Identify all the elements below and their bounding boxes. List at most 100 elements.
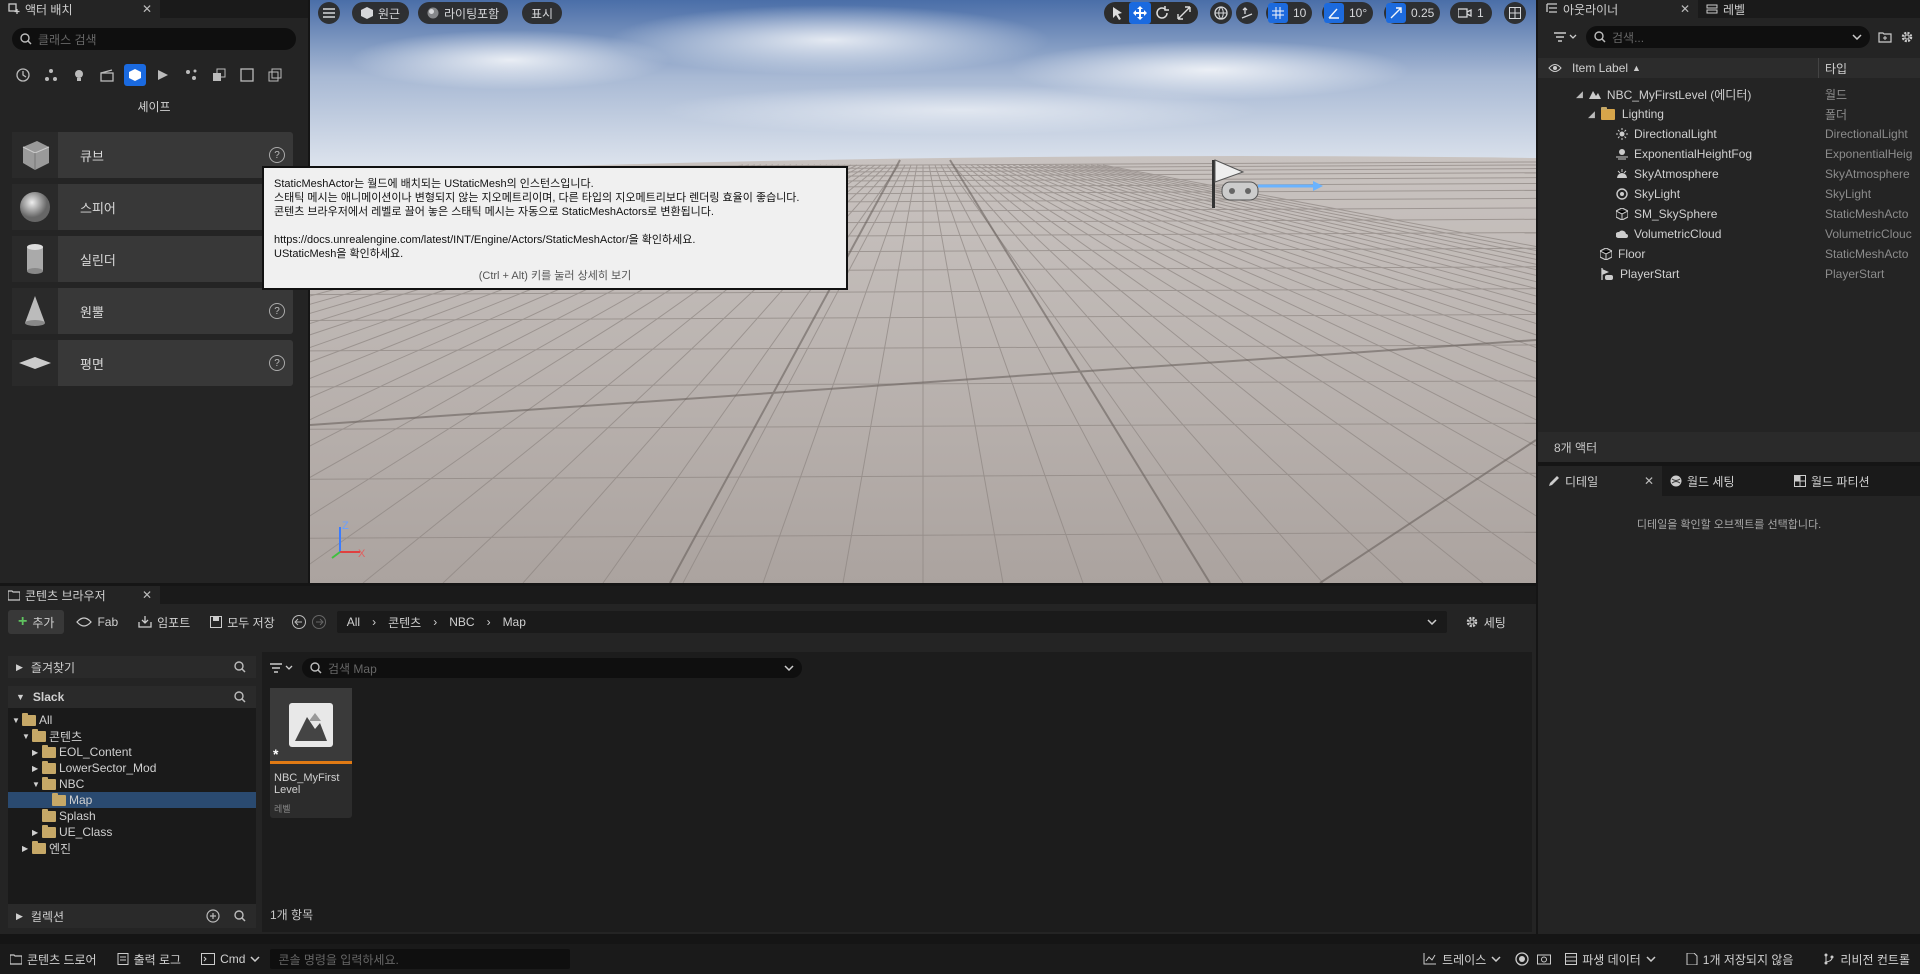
tab-content-browser[interactable]: 콘텐츠 브라우저 ✕	[0, 586, 160, 604]
outliner-row[interactable]: SM_SkySphere StaticMeshActo	[1538, 204, 1920, 224]
chevron-right-icon[interactable]: ›	[487, 615, 491, 629]
record-icon[interactable]	[1515, 952, 1529, 966]
shape-item-cone[interactable]: 원뿔 ?	[12, 288, 293, 334]
rotate-tool-icon[interactable]	[1151, 2, 1173, 24]
outliner-row[interactable]: SkyLight SkyLight	[1538, 184, 1920, 204]
place-actors-search-input[interactable]: 클래스 검색	[12, 28, 296, 50]
cmd-dropdown[interactable]: Cmd	[191, 944, 270, 974]
tree-item-all[interactable]: ▼ All	[8, 712, 256, 728]
breadcrumb-item[interactable]: Map	[503, 615, 526, 629]
lights-category-icon[interactable]	[68, 64, 90, 86]
tree-item-engine[interactable]: ▶ 엔진	[8, 840, 256, 856]
collapse-arrow-icon[interactable]: ▼	[12, 716, 22, 725]
tab-place-actors[interactable]: 액터 배치 ✕	[0, 0, 160, 18]
chevron-down-icon[interactable]	[1852, 34, 1862, 40]
tab-outliner[interactable]: 아웃라이너 ✕	[1538, 0, 1698, 18]
more-category-icon[interactable]	[264, 64, 286, 86]
scale-snap-button[interactable]: 0.25	[1384, 2, 1441, 24]
expand-arrow-icon[interactable]: ▶	[22, 844, 32, 853]
cinematic-category-icon[interactable]	[96, 64, 118, 86]
console-input[interactable]: 콘솔 명령을 입력하세요.	[270, 949, 571, 969]
asset-search-input[interactable]: 검색 Map	[302, 658, 802, 678]
screenshot-icon[interactable]	[1537, 953, 1552, 965]
fab-button[interactable]: Fab	[68, 610, 126, 634]
close-icon[interactable]: ✕	[1644, 474, 1654, 488]
viewport-menu-button[interactable]	[318, 2, 340, 24]
expand-arrow-icon[interactable]: ▶	[32, 748, 42, 757]
viewport-layout-button[interactable]	[1504, 2, 1526, 24]
outliner-row[interactable]: PlayerStart PlayerStart	[1538, 264, 1920, 284]
world-local-toggle[interactable]	[1210, 2, 1232, 24]
shape-item-plane[interactable]: 평면 ?	[12, 340, 293, 386]
filter-icon[interactable]	[1554, 31, 1578, 43]
forward-arrow-icon[interactable]	[311, 614, 327, 630]
volumes-category-icon[interactable]	[180, 64, 202, 86]
expand-arrow-icon[interactable]: ◢	[1576, 89, 1583, 100]
revision-control-button[interactable]: 리비전 컨트롤	[1813, 944, 1920, 974]
collapse-arrow-icon[interactable]: ▼	[22, 732, 32, 741]
chevron-right-icon[interactable]: ›	[372, 615, 376, 629]
expand-arrow-icon[interactable]: ▶	[16, 662, 23, 673]
tree-item-map-selected[interactable]: Map	[8, 792, 256, 808]
layers-category-icon[interactable]	[236, 64, 258, 86]
level-viewport[interactable]: Z X 원근 라이팅포함 표시 10 10° 0.25 1	[310, 0, 1536, 583]
tab-world-partition[interactable]: 월드 파티션	[1786, 466, 1878, 496]
all-classes-category-icon[interactable]	[208, 64, 230, 86]
select-tool-icon[interactable]	[1107, 2, 1129, 24]
search-icon[interactable]	[234, 691, 246, 703]
recent-category-icon[interactable]	[12, 64, 34, 86]
shape-item-cylinder[interactable]: 실린더	[12, 236, 293, 282]
outliner-row[interactable]: SkyAtmosphere SkyAtmosphere	[1538, 164, 1920, 184]
scale-tool-icon[interactable]	[1173, 2, 1195, 24]
add-button[interactable]: + 추가	[8, 610, 65, 634]
tree-item[interactable]: ▶ EOL_Content	[8, 744, 256, 760]
import-button[interactable]: 임포트	[130, 610, 198, 634]
collapse-arrow-icon[interactable]: ▼	[32, 780, 42, 789]
collapse-arrow-icon[interactable]: ▼	[16, 692, 25, 702]
camera-speed-button[interactable]: 1	[1450, 2, 1492, 24]
settings-button[interactable]: 세팅	[1457, 610, 1514, 634]
basic-category-icon[interactable]	[40, 64, 62, 86]
shapes-category-icon[interactable]	[124, 64, 146, 86]
perspective-button[interactable]: 원근	[352, 2, 410, 24]
content-drawer-button[interactable]: 콘텐츠 드로어	[0, 944, 107, 974]
gear-icon[interactable]	[1900, 30, 1914, 44]
project-section[interactable]: ▼ Slack	[8, 686, 256, 708]
outliner-row[interactable]: ExponentialHeightFog ExponentialHeig	[1538, 144, 1920, 164]
tree-item[interactable]: Splash	[8, 808, 256, 824]
close-icon[interactable]: ✕	[142, 588, 152, 602]
derived-data-button[interactable]: 파생 데이터	[1555, 944, 1666, 974]
shape-item-sphere[interactable]: 스피어	[12, 184, 293, 230]
tab-levels[interactable]: 레벨	[1698, 0, 1753, 18]
move-tool-icon[interactable]	[1129, 2, 1151, 24]
close-icon[interactable]: ✕	[1680, 2, 1690, 16]
chevron-down-icon[interactable]	[784, 665, 794, 671]
visual-effects-category-icon[interactable]	[152, 64, 174, 86]
chevron-down-icon[interactable]	[1427, 619, 1437, 625]
breadcrumb-item[interactable]: 콘텐츠	[388, 614, 421, 631]
new-folder-icon[interactable]	[1878, 31, 1892, 43]
rotation-snap-button[interactable]: 10°	[1322, 2, 1374, 24]
outliner-row[interactable]: VolumetricCloud VolumetricClouc	[1538, 224, 1920, 244]
back-arrow-icon[interactable]	[291, 614, 307, 630]
help-icon[interactable]: ?	[269, 355, 285, 371]
outliner-row[interactable]: DirectionalLight DirectionalLight	[1538, 124, 1920, 144]
tree-item[interactable]: ▶ LowerSector_Mod	[8, 760, 256, 776]
grid-snap-button[interactable]: 10	[1266, 2, 1313, 24]
favorites-section[interactable]: ▶ 즐겨찾기	[8, 656, 256, 678]
outliner-row[interactable]: Floor StaticMeshActo	[1538, 244, 1920, 264]
expand-arrow-icon[interactable]: ◢	[1588, 109, 1595, 120]
outliner-row-lighting-folder[interactable]: ◢ Lighting 폴더	[1538, 104, 1920, 124]
column-item-label[interactable]: Item Label	[1572, 61, 1628, 75]
lighting-mode-button[interactable]: 라이팅포함	[418, 2, 509, 24]
breadcrumb-item[interactable]: All	[347, 615, 360, 629]
outliner-row-world[interactable]: ◢ NBC_MyFirstLevel (에디터) 월드	[1538, 84, 1920, 104]
help-icon[interactable]: ?	[269, 147, 285, 163]
expand-arrow-icon[interactable]: ▶	[32, 764, 42, 773]
column-type[interactable]: 타입	[1825, 60, 1847, 77]
visibility-icon[interactable]	[1548, 63, 1562, 73]
outliner-search-input[interactable]: 검색...	[1586, 26, 1870, 48]
output-log-button[interactable]: 출력 로그	[107, 944, 192, 974]
collections-section[interactable]: ▶ 컬렉션	[8, 904, 256, 928]
chevron-right-icon[interactable]: ›	[433, 615, 437, 629]
